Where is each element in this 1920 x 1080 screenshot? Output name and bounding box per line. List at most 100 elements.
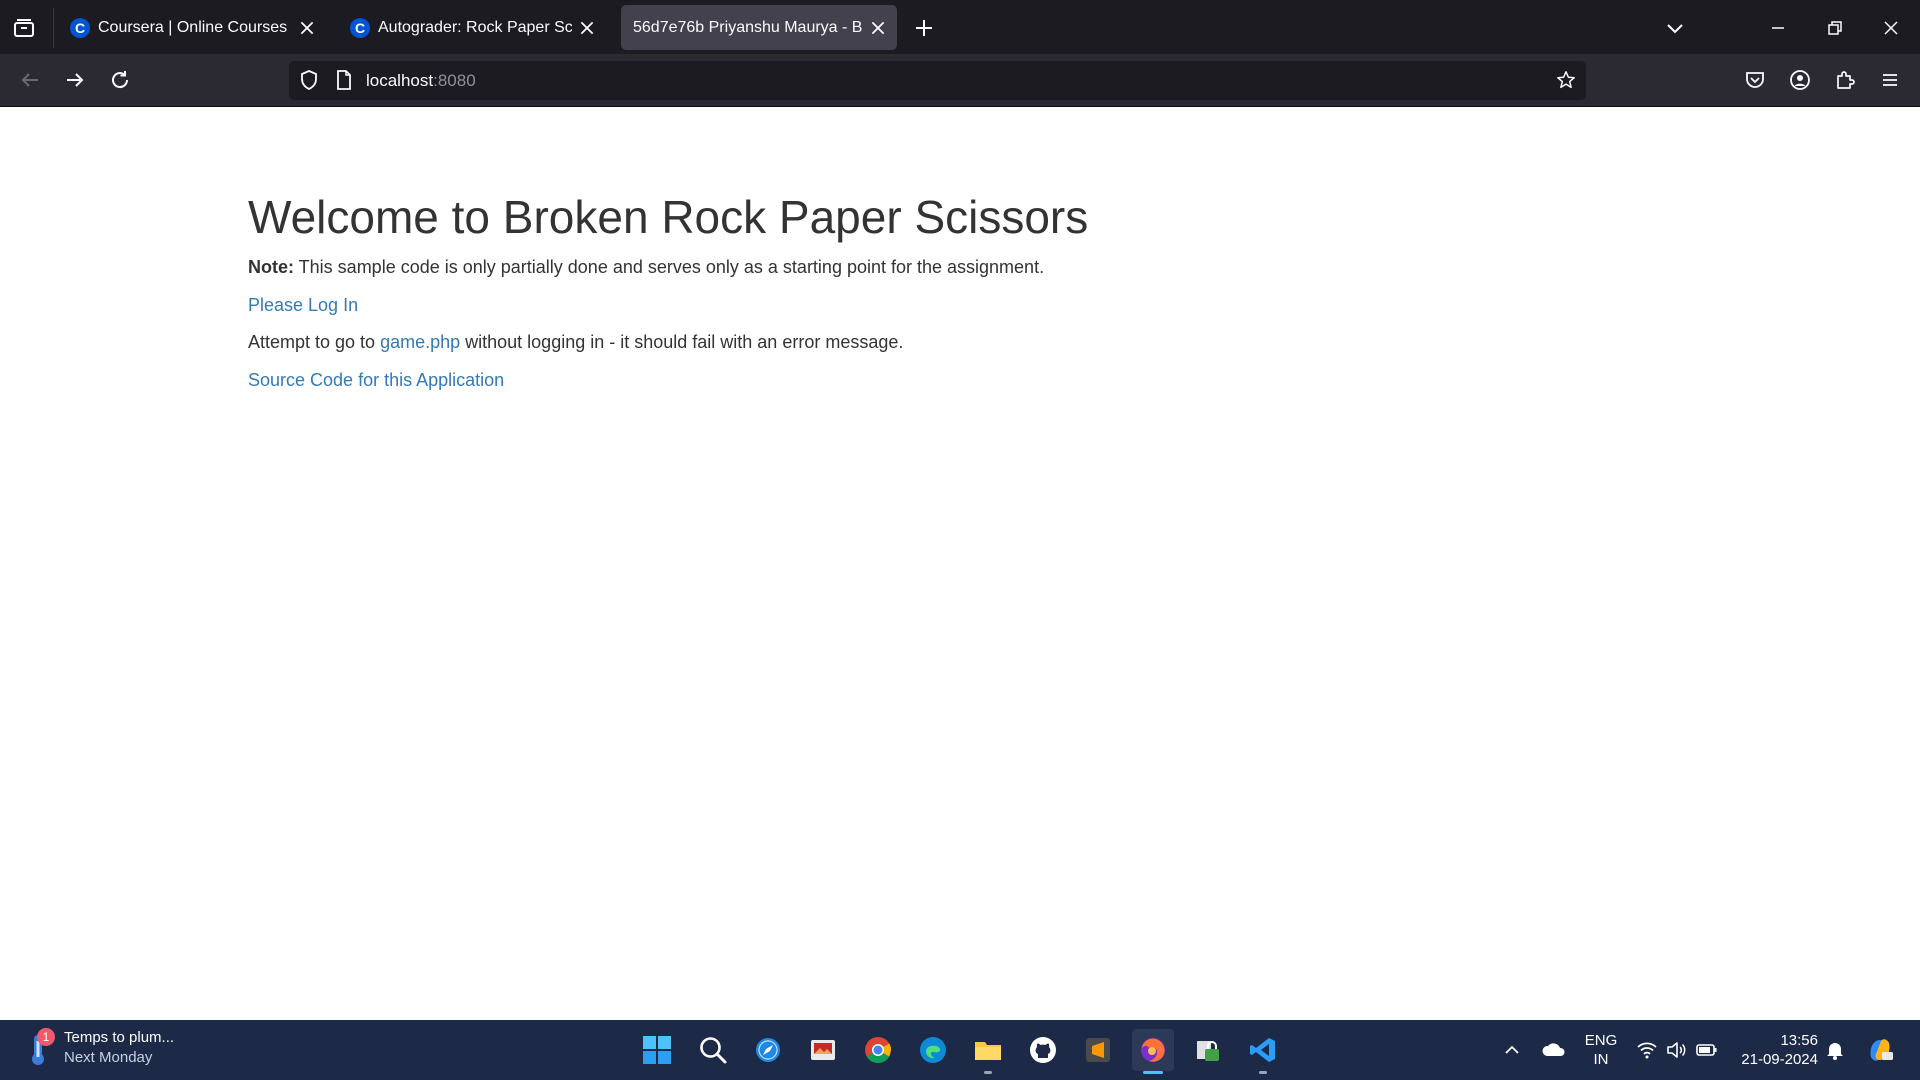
volume-status[interactable] bbox=[1665, 1039, 1687, 1061]
puzzle-icon bbox=[1837, 71, 1855, 89]
taskbar-app-github[interactable] bbox=[1022, 1029, 1064, 1071]
new-tab-button[interactable] bbox=[912, 16, 936, 40]
running-indicator bbox=[984, 1071, 992, 1074]
chrome-icon bbox=[865, 1037, 892, 1064]
taskbar-app-compass[interactable] bbox=[747, 1029, 789, 1071]
copilot-icon bbox=[1870, 1039, 1893, 1061]
forward-button[interactable] bbox=[63, 68, 87, 92]
login-link[interactable]: Please Log In bbox=[248, 295, 358, 315]
firefox-icon bbox=[1141, 1038, 1165, 1062]
taskbar-app-photos[interactable] bbox=[802, 1029, 844, 1071]
weather-widget[interactable]: 1 Temps to plum... Next Monday bbox=[22, 1026, 192, 1074]
bell-icon bbox=[1827, 1043, 1843, 1060]
close-window-button[interactable] bbox=[1879, 16, 1903, 40]
taskbar-app-chrome[interactable] bbox=[857, 1029, 899, 1071]
source-code-link[interactable]: Source Code for this Application bbox=[248, 370, 504, 390]
restore-button[interactable] bbox=[1822, 16, 1846, 40]
hamburger-menu-icon bbox=[1883, 74, 1897, 86]
list-all-tabs-button[interactable] bbox=[1663, 16, 1687, 40]
reload-button[interactable] bbox=[108, 68, 132, 92]
minimize-icon bbox=[1772, 27, 1784, 29]
wifi-icon bbox=[1637, 1042, 1657, 1059]
clock-date: 21-09-2024 bbox=[1741, 1051, 1818, 1068]
windows-logo-icon bbox=[643, 1036, 671, 1064]
tab-title: Coursera | Online Courses From bbox=[98, 18, 292, 36]
copilot-button[interactable] bbox=[1865, 1035, 1895, 1065]
wifi-status[interactable] bbox=[1636, 1039, 1658, 1061]
page-title: Welcome to Broken Rock Paper Scissors bbox=[248, 191, 1089, 243]
attempt-prefix: Attempt to go to bbox=[248, 332, 381, 352]
reload-icon bbox=[112, 71, 129, 89]
taskbar-app-security-tool[interactable] bbox=[1187, 1029, 1229, 1071]
clock[interactable]: 13:56 21-09-2024 bbox=[1732, 1031, 1818, 1069]
folder-icon bbox=[975, 1042, 1001, 1060]
tab-active-page[interactable]: 56d7e76b Priyanshu Maurya - Broke bbox=[621, 5, 897, 50]
arrow-right-icon bbox=[67, 73, 84, 87]
page-info-button[interactable] bbox=[334, 69, 354, 91]
taskbar-app-file-explorer[interactable] bbox=[967, 1029, 1009, 1071]
tab-overview-button[interactable] bbox=[12, 16, 36, 40]
language-code: ENG bbox=[1584, 1032, 1618, 1049]
vscode-icon bbox=[1250, 1038, 1275, 1062]
show-hidden-icons-button[interactable] bbox=[1501, 1039, 1523, 1061]
tab-title: 56d7e76b Priyanshu Maurya - Broke bbox=[633, 18, 863, 36]
login-paragraph: Please Log In bbox=[248, 295, 358, 316]
github-icon bbox=[1030, 1037, 1056, 1063]
region-code: IN bbox=[1593, 1051, 1609, 1068]
star-icon bbox=[1557, 71, 1575, 89]
speaker-icon bbox=[1667, 1042, 1686, 1058]
taskbar-app-vscode[interactable] bbox=[1242, 1029, 1284, 1071]
document-icon bbox=[337, 70, 351, 90]
note-text: This sample code is only partially done … bbox=[294, 257, 1045, 277]
attempt-suffix: without logging in - it should fail with… bbox=[460, 332, 904, 352]
minimize-button[interactable] bbox=[1766, 16, 1790, 40]
taskbar-app-edge[interactable] bbox=[912, 1029, 954, 1071]
address-bar[interactable] bbox=[289, 61, 1586, 100]
cloud-icon bbox=[1542, 1043, 1565, 1056]
url-host: localhost bbox=[366, 71, 434, 90]
running-indicator bbox=[1259, 1071, 1267, 1074]
battery-status[interactable] bbox=[1695, 1039, 1719, 1061]
notification-badge: 1 bbox=[37, 1028, 55, 1046]
plus-icon bbox=[916, 20, 932, 36]
pocket-icon bbox=[1746, 72, 1764, 88]
battery-icon bbox=[1696, 1044, 1717, 1056]
search-button[interactable] bbox=[692, 1029, 734, 1071]
coursera-favicon-icon: C bbox=[350, 17, 370, 38]
taskbar-app-firefox[interactable] bbox=[1132, 1029, 1174, 1071]
url-text[interactable]: localhost:8080 bbox=[366, 71, 476, 91]
close-icon bbox=[1884, 21, 1898, 35]
shield-icon bbox=[301, 70, 317, 91]
tab-autograder[interactable]: C Autograder: Rock Paper Scissors bbox=[338, 5, 606, 50]
app-menu-button[interactable] bbox=[1878, 68, 1902, 92]
account-button[interactable] bbox=[1788, 68, 1812, 92]
edge-icon bbox=[920, 1037, 946, 1063]
restore-icon bbox=[1828, 21, 1842, 35]
tracking-protection-button[interactable] bbox=[298, 69, 320, 91]
close-icon[interactable] bbox=[869, 19, 887, 37]
bookmark-button[interactable] bbox=[1555, 69, 1577, 91]
close-icon[interactable] bbox=[578, 19, 596, 37]
coursera-favicon-icon: C bbox=[70, 17, 90, 38]
start-button[interactable] bbox=[636, 1029, 678, 1071]
tab-coursera[interactable]: C Coursera | Online Courses From bbox=[58, 5, 326, 50]
active-indicator bbox=[1143, 1071, 1163, 1074]
taskbar-app-sublime-text[interactable] bbox=[1077, 1029, 1119, 1071]
sublime-text-icon bbox=[1086, 1038, 1110, 1062]
language-indicator[interactable]: ENG IN bbox=[1584, 1031, 1618, 1069]
arrow-left-icon bbox=[21, 73, 38, 87]
tab-separator bbox=[53, 8, 54, 48]
lock-tool-icon bbox=[1197, 1041, 1219, 1061]
source-paragraph: Source Code for this Application bbox=[248, 370, 504, 391]
close-icon[interactable] bbox=[298, 19, 316, 37]
attempt-paragraph: Attempt to go to game.php without loggin… bbox=[248, 332, 903, 353]
pocket-button[interactable] bbox=[1743, 68, 1767, 92]
back-button[interactable] bbox=[18, 68, 42, 92]
chevron-up-icon bbox=[1505, 1045, 1519, 1054]
taskbar bbox=[0, 1020, 1920, 1080]
notifications-button[interactable] bbox=[1824, 1039, 1846, 1061]
onedrive-button[interactable] bbox=[1541, 1039, 1567, 1061]
game-link[interactable]: game.php bbox=[380, 332, 460, 352]
extensions-button[interactable] bbox=[1833, 68, 1857, 92]
weather-title: Temps to plum... bbox=[64, 1029, 175, 1046]
